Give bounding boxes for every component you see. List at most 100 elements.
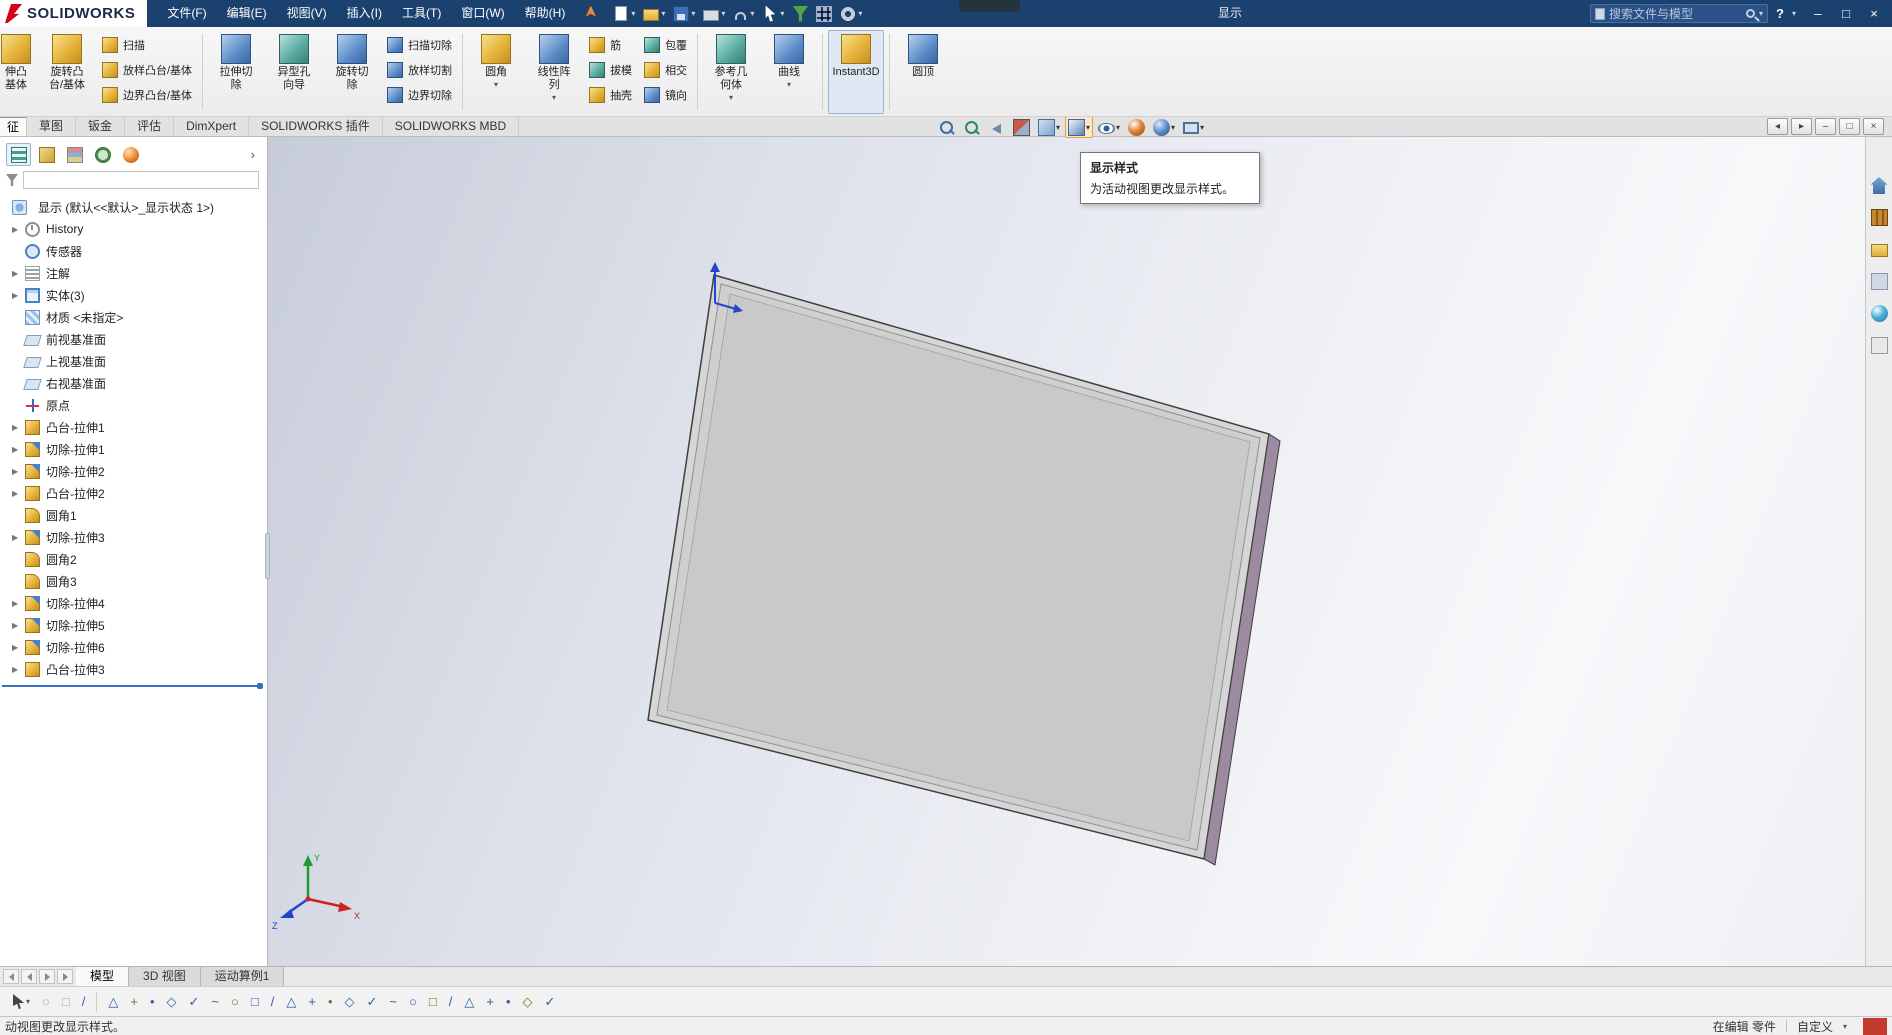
expand-caret-icon[interactable]: ▶ [12,423,25,432]
manager-pane-expand-icon[interactable]: › [243,147,263,162]
tree-item-20[interactable]: ▶ 凸台-拉伸3 [0,658,267,680]
dimxpert-manager-tab[interactable] [90,143,115,166]
sketch-tool-button[interactable]: ✓ [362,990,383,1014]
property-manager-tab[interactable] [34,143,59,166]
customize-button[interactable]: 自定义 [1797,1018,1833,1035]
appearances-scenes-button[interactable] [1869,303,1890,324]
expand-caret-icon[interactable]: ▶ [12,225,25,234]
tab-dimxpert[interactable]: DimXpert [174,117,250,136]
window-minimize-button[interactable]: – [1804,0,1832,27]
graphics-viewport[interactable]: Y X Z [268,137,1865,966]
view-palette-button[interactable] [1869,271,1890,292]
options-button[interactable]: ▾ [837,3,865,25]
sketch-tool-button[interactable]: ◇ [162,990,182,1014]
feature-manager-tab[interactable] [6,143,31,166]
menu-item-3[interactable]: 插入(I) [337,0,392,27]
tree-item-16[interactable]: 圆角3 [0,570,267,592]
lofted-boss-button[interactable]: 放样凸台/基体 [97,59,197,80]
sketch-tool-button[interactable]: / [444,990,458,1014]
save-button[interactable]: ▾ [670,3,698,25]
intersect-button[interactable]: 相交 [639,59,692,80]
next-tab-scroll-button[interactable] [39,969,55,984]
tree-item-10[interactable]: ▶ 切除-拉伸1 [0,438,267,460]
expand-caret-icon[interactable]: ▶ [12,621,25,630]
expand-caret-icon[interactable]: ▶ [12,665,25,674]
reference-geometry-button[interactable]: 参考几 何体 ▾ [703,30,759,114]
instant3d-button[interactable]: Instant3D [828,30,885,114]
previous-view-button[interactable] [985,116,1008,138]
search-dropdown-icon[interactable]: ▾ [1759,9,1763,18]
sketch-tool-button[interactable]: □ [57,990,75,1014]
curves-button[interactable]: 曲线 ▾ [761,30,817,114]
tab-sketch[interactable]: 草图 [27,117,77,136]
tree-item-13[interactable]: 圆角1 [0,504,267,526]
menu-item-5[interactable]: 窗口(W) [451,0,514,27]
rib-button[interactable]: 筋 [584,34,637,55]
undo-button[interactable]: ▾ [730,3,757,25]
sketch-tool-button[interactable]: / [77,990,91,1014]
fillet-button[interactable]: 圆角 ▾ [468,30,524,114]
model-screen-face[interactable] [666,293,1251,842]
sketch-tool-button[interactable]: ◇ [518,990,538,1014]
expand-caret-icon[interactable]: ▶ [12,291,25,300]
wrap-button[interactable]: 包覆 [639,34,692,55]
tree-item-12[interactable]: ▶ 凸台-拉伸2 [0,482,267,504]
menu-item-4[interactable]: 工具(T) [392,0,451,27]
tab-sheet-metal[interactable]: 钣金 [76,117,126,136]
sketch-tool-button[interactable]: ○ [226,990,244,1014]
tree-item-3[interactable]: ▶ 实体(3) [0,284,267,306]
customize-dropdown-icon[interactable]: ▾ [1843,1022,1847,1031]
new-document-button[interactable]: ▾ [610,3,638,25]
menu-item-6[interactable]: 帮助(H) [515,0,576,27]
tree-item-6[interactable]: 上视基准面 [0,350,267,372]
sketch-tool-button[interactable]: △ [281,990,301,1014]
tab-features[interactable]: 征 [0,117,28,136]
hole-wizard-button[interactable]: 异型孔 向导 [266,30,322,114]
design-library-button[interactable] [1869,207,1890,228]
tree-item-4[interactable]: 材质 <未指定> [0,306,267,328]
linear-pattern-button[interactable]: 线性阵列 ▾ [526,30,582,114]
tree-item-2[interactable]: ▶ 注解 [0,262,267,284]
sketch-tool-button[interactable]: • [323,990,338,1014]
swept-cut-button[interactable]: 扫描切除 [382,34,457,55]
shell-button[interactable]: 抽壳 [584,84,637,105]
selection-filter-button[interactable] [789,3,811,25]
rollback-bar[interactable] [2,683,263,689]
lofted-cut-button[interactable]: 放样切割 [382,59,457,80]
boundary-boss-button[interactable]: 边界凸台/基体 [97,84,197,105]
display-settings-button[interactable] [813,3,835,25]
select-button[interactable]: ▾ [759,3,787,25]
expand-caret-icon[interactable]: ▶ [12,643,25,652]
display-manager-tab[interactable] [118,143,143,166]
open-button[interactable]: ▾ [640,3,668,25]
expand-caret-icon[interactable]: ▶ [12,467,25,476]
tab-3d-views[interactable]: 3D 视图 [129,967,201,986]
tree-item-18[interactable]: ▶ 切除-拉伸5 [0,614,267,636]
sketch-tool-button[interactable]: + [481,990,499,1014]
custom-properties-button[interactable] [1869,335,1890,356]
tree-filter-input[interactable] [23,171,259,189]
tab-motion-study-1[interactable]: 运动算例1 [200,967,285,986]
sketch-tool-button[interactable]: • [501,990,516,1014]
sketch-tool-button[interactable]: ~ [206,990,224,1014]
tree-item-5[interactable]: 前视基准面 [0,328,267,350]
dome-button[interactable]: 圆顶 [895,30,951,114]
sketch-tool-button[interactable]: • [145,990,160,1014]
tree-root-item[interactable]: 显示 (默认<<默认>_显示状态 1>) [0,196,267,218]
extruded-cut-button[interactable]: 拉伸切除 [208,30,264,114]
hide-show-items-button[interactable]: ▾ [1095,116,1123,138]
doc-restore-button[interactable]: □ [1839,118,1860,135]
tree-item-19[interactable]: ▶ 切除-拉伸6 [0,636,267,658]
display-style-button[interactable]: ▾ [1065,116,1094,138]
boundary-cut-button[interactable]: 边界切除 [382,84,457,105]
sketch-tool-button[interactable]: ✓ [184,990,205,1014]
doc-next-button[interactable]: ▸ [1791,118,1812,135]
tab-solidworks-mbd[interactable]: SOLIDWORKS MBD [383,117,520,136]
prev-tab-scroll-button[interactable] [21,969,37,984]
zoom-to-area-button[interactable] [960,116,983,138]
mirror-button[interactable]: 镜向 [639,84,692,105]
configuration-manager-tab[interactable] [62,143,87,166]
search-box[interactable]: ▾ [1590,4,1769,23]
menu-item-2[interactable]: 视图(V) [277,0,337,27]
window-maximize-button[interactable]: □ [1832,0,1860,27]
